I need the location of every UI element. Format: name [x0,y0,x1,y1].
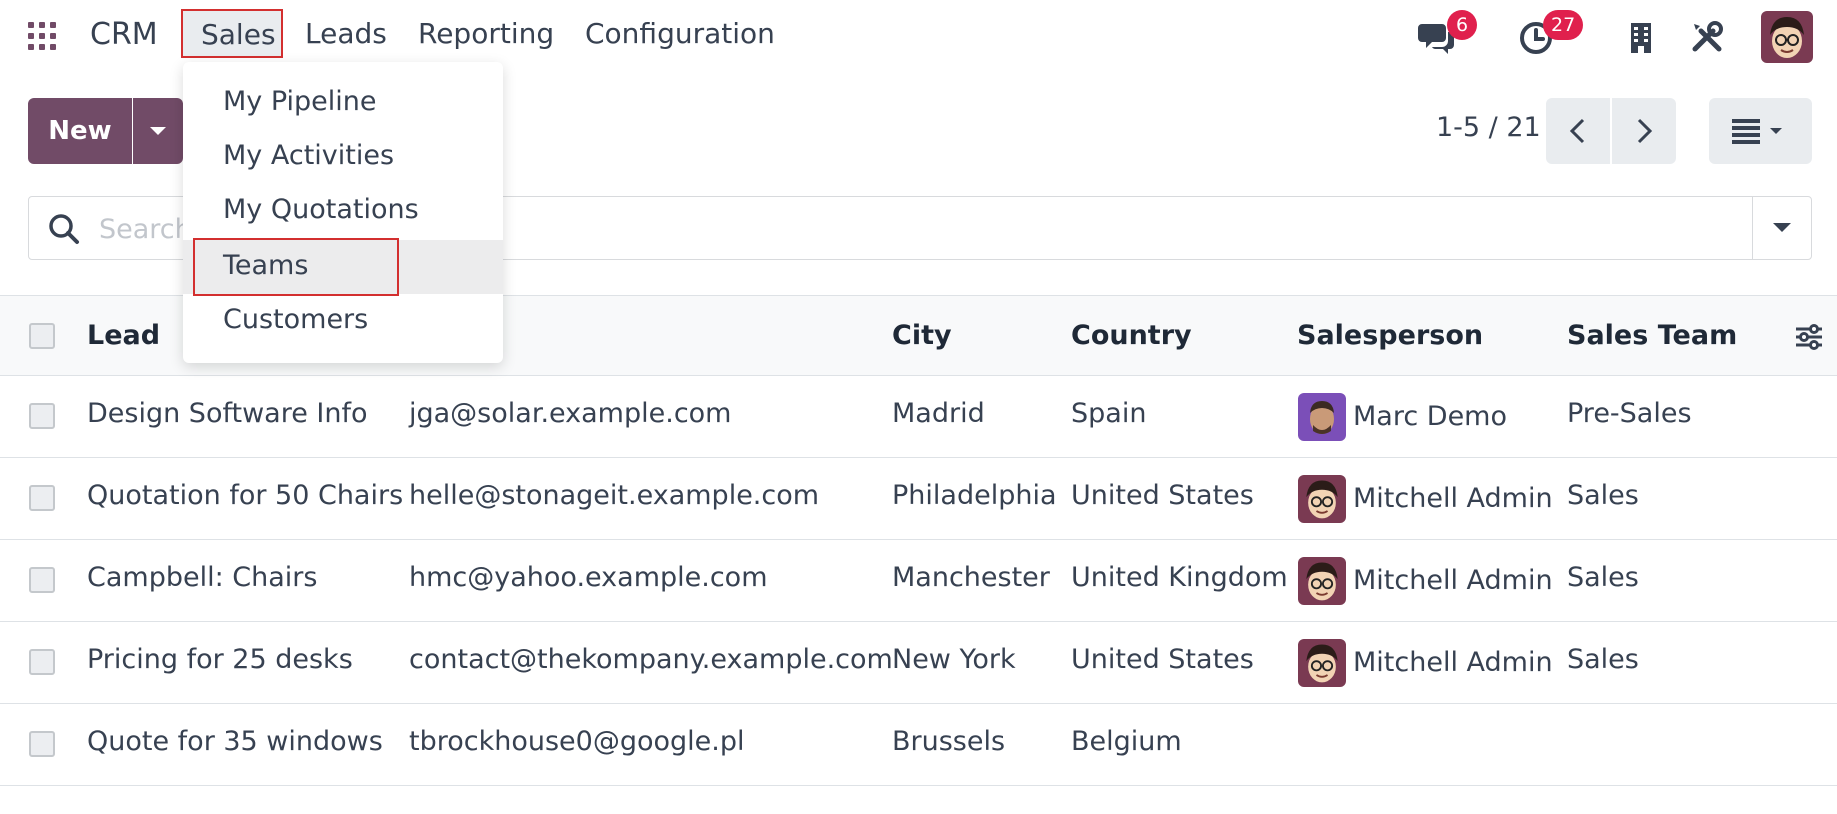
column-header-country[interactable]: Country [1071,320,1192,351]
cell-sales-team: Sales [1567,480,1639,511]
app-name[interactable]: CRM [90,17,158,52]
table-row[interactable]: Pricing for 25 desks contact@thekompany.… [0,622,1837,704]
cell-email: helle@stonageit.example.com [409,480,820,511]
teams-highlight-frame [193,238,399,296]
cell-lead: Quotation for 50 Chairs [87,480,404,511]
avatar-icon [1761,11,1813,63]
apps-grid-icon[interactable] [28,22,58,52]
salesperson-avatar [1298,639,1346,687]
cell-salesperson: Marc Demo [1353,401,1507,432]
menu-item-my-pipeline[interactable]: My Pipeline [183,76,503,130]
search-icon [49,214,79,244]
new-dropdown-toggle[interactable] [133,98,183,164]
cell-country: United States [1071,644,1254,675]
menu-reporting[interactable]: Reporting [418,17,554,50]
cell-lead: Design Software Info [87,398,368,429]
avatar-icon [1298,475,1346,523]
sales-dropdown-menu: My Pipeline My Activities My Quotations … [183,62,503,363]
column-header-lead[interactable]: Lead [87,320,160,351]
pager-value[interactable]: 1-5 / 21 [1436,112,1541,143]
menu-item-label: My Activities [223,140,395,171]
avatar-icon [1298,639,1346,687]
salesperson-avatar [1298,475,1346,523]
avatar-icon [1298,393,1346,441]
menu-sales[interactable]: Sales [181,9,283,58]
row-checkbox[interactable] [29,567,55,593]
pager-previous-button[interactable] [1546,98,1610,164]
row-checkbox[interactable] [29,731,55,757]
salesperson-avatar [1298,393,1346,441]
menu-item-my-activities[interactable]: My Activities [183,130,503,184]
building-icon [1631,23,1651,53]
cell-city: Philadelphia [892,480,1057,511]
caret-down-icon [1773,223,1791,232]
cell-lead: Quote for 35 windows [87,726,383,757]
cell-email: tbrockhouse0@google.pl [409,726,745,757]
company-switcher[interactable] [1622,18,1660,56]
cell-email: contact@thekompany.example.com [409,644,893,675]
cell-salesperson: Mitchell Admin [1353,647,1553,678]
activities-badge: 27 [1543,10,1584,40]
cell-city: New York [892,644,1016,675]
menu-leads[interactable]: Leads [305,17,387,50]
cell-salesperson: Mitchell Admin [1353,565,1553,596]
cell-city: Madrid [892,398,985,429]
avatar-icon [1298,557,1346,605]
cell-sales-team: Sales [1567,644,1639,675]
cell-country: Spain [1071,398,1147,429]
cell-sales-team: Sales [1567,562,1639,593]
chevron-right-icon [1637,118,1653,144]
menu-item-customers[interactable]: Customers [183,294,503,348]
cell-country: United Kingdom [1071,562,1288,593]
cell-email: jga@solar.example.com [409,398,732,429]
list-view-icon [1732,119,1782,144]
optional-columns-icon[interactable] [1794,321,1824,351]
row-checkbox[interactable] [29,649,55,675]
select-all-checkbox[interactable] [29,323,55,349]
table-row[interactable]: Design Software Info jga@solar.example.c… [0,376,1837,458]
menu-item-label: My Pipeline [223,86,377,117]
salesperson-avatar [1298,557,1346,605]
messages-badge: 6 [1447,10,1477,40]
chevron-left-icon [1569,118,1585,144]
cell-sales-team: Pre-Sales [1567,398,1692,429]
menu-configuration[interactable]: Configuration [585,17,775,50]
new-button[interactable]: New [28,98,132,164]
table-row[interactable]: Quotation for 50 Chairs helle@stonageit.… [0,458,1837,540]
cell-email: hmc@yahoo.example.com [409,562,768,593]
debug-tools-button[interactable] [1688,18,1726,56]
cell-lead: Pricing for 25 desks [87,644,353,675]
user-avatar[interactable] [1761,11,1813,63]
view-switcher-button[interactable] [1709,98,1812,164]
table-row[interactable]: Quote for 35 windows tbrockhouse0@google… [0,704,1837,786]
tools-icon [1692,21,1723,52]
search-options-toggle[interactable] [1753,197,1811,259]
menu-item-label: Customers [223,304,369,335]
row-checkbox[interactable] [29,485,55,511]
cell-country: Belgium [1071,726,1182,757]
cell-lead: Campbell: Chairs [87,562,318,593]
pager-next-button[interactable] [1612,98,1676,164]
table-row[interactable]: Campbell: Chairs hmc@yahoo.example.com M… [0,540,1837,622]
menu-item-my-quotations[interactable]: My Quotations [183,184,503,238]
cell-city: Brussels [892,726,1006,757]
column-header-salesperson[interactable]: Salesperson [1297,320,1483,351]
column-header-sales-team[interactable]: Sales Team [1567,320,1737,351]
column-header-city[interactable]: City [892,320,952,351]
cell-city: Manchester [892,562,1050,593]
cell-country: United States [1071,480,1254,511]
menu-item-label: My Quotations [223,194,419,225]
cell-salesperson: Mitchell Admin [1353,483,1553,514]
menu-sales-label: Sales [201,18,276,51]
row-checkbox[interactable] [29,403,55,429]
